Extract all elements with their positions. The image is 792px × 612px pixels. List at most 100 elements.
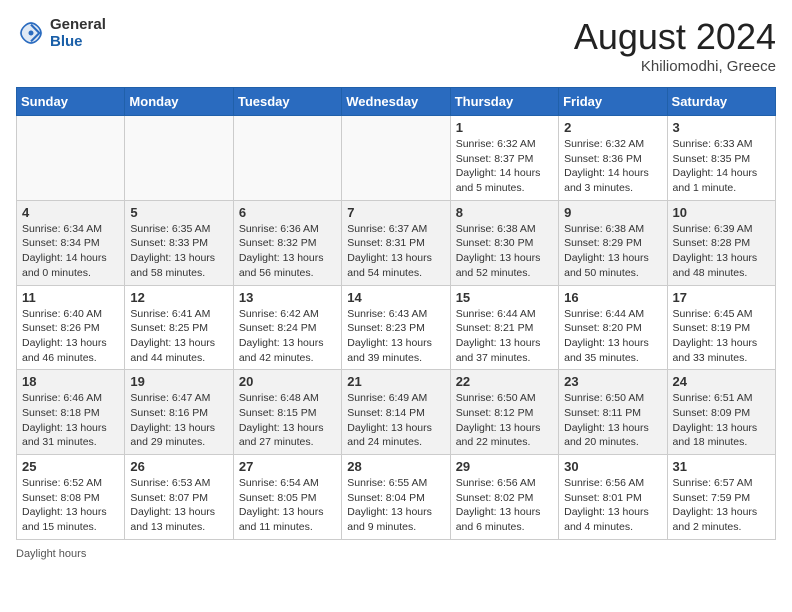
calendar-header-row: SundayMondayTuesdayWednesdayThursdayFrid… bbox=[17, 88, 776, 116]
day-number: 14 bbox=[347, 290, 444, 305]
day-number: 19 bbox=[130, 374, 227, 389]
day-info: Sunrise: 6:52 AM Sunset: 8:08 PM Dayligh… bbox=[22, 476, 119, 535]
calendar-week-row: 1 Sunrise: 6:32 AM Sunset: 8:37 PM Daylig… bbox=[17, 116, 776, 201]
calendar-header-saturday: Saturday bbox=[667, 88, 775, 116]
calendar-week-row: 11 Sunrise: 6:40 AM Sunset: 8:26 PM Dayli… bbox=[17, 285, 776, 370]
day-info: Sunrise: 6:50 AM Sunset: 8:11 PM Dayligh… bbox=[564, 391, 661, 450]
day-number: 29 bbox=[456, 459, 553, 474]
day-info: Sunrise: 6:56 AM Sunset: 8:01 PM Dayligh… bbox=[564, 476, 661, 535]
calendar-cell: 14Sunrise: 6:43 AM Sunset: 8:23 PM Dayli… bbox=[342, 285, 450, 370]
day-number: 10 bbox=[673, 205, 770, 220]
calendar-week-row: 4 Sunrise: 6:34 AM Sunset: 8:34 PM Daylig… bbox=[17, 200, 776, 285]
page-header: General Blue August 2024 Khiliomodhi, Gr… bbox=[16, 16, 776, 75]
calendar-cell: 11 Sunrise: 6:40 AM Sunset: 8:26 PM Dayli… bbox=[17, 285, 125, 370]
day-info: Sunrise: 6:45 AM Sunset: 8:19 PM Dayligh… bbox=[673, 307, 770, 366]
day-number: 18 bbox=[22, 374, 119, 389]
day-number: 2 bbox=[564, 120, 661, 135]
calendar-cell: 27Sunrise: 6:54 AM Sunset: 8:05 PM Dayli… bbox=[233, 455, 341, 540]
day-info: Sunrise: 6:44 AM Sunset: 8:20 PM Dayligh… bbox=[564, 307, 661, 366]
day-number: 26 bbox=[130, 459, 227, 474]
day-info: Sunrise: 6:39 AM Sunset: 8:28 PM Dayligh… bbox=[673, 222, 770, 281]
calendar-cell: 10 Sunrise: 6:39 AM Sunset: 8:28 PM Dayli… bbox=[667, 200, 775, 285]
day-info: Sunrise: 6:46 AM Sunset: 8:18 PM Dayligh… bbox=[22, 391, 119, 450]
day-number: 15 bbox=[456, 290, 553, 305]
day-number: 23 bbox=[564, 374, 661, 389]
day-number: 9 bbox=[564, 205, 661, 220]
calendar-header-thursday: Thursday bbox=[450, 88, 558, 116]
day-info: Sunrise: 6:36 AM Sunset: 8:32 PM Dayligh… bbox=[239, 222, 336, 281]
calendar-cell: 20 Sunrise: 6:48 AM Sunset: 8:15 PM Dayli… bbox=[233, 370, 341, 455]
day-number: 5 bbox=[130, 205, 227, 220]
calendar-cell: 4 Sunrise: 6:34 AM Sunset: 8:34 PM Daylig… bbox=[17, 200, 125, 285]
calendar-cell: 23 Sunrise: 6:50 AM Sunset: 8:11 PM Dayli… bbox=[559, 370, 667, 455]
day-info: Sunrise: 6:49 AM Sunset: 8:14 PM Dayligh… bbox=[347, 391, 444, 450]
calendar-cell: 13 Sunrise: 6:42 AM Sunset: 8:24 PM Dayli… bbox=[233, 285, 341, 370]
calendar-cell: 18 Sunrise: 6:46 AM Sunset: 8:18 PM Dayli… bbox=[17, 370, 125, 455]
calendar-cell: 25 Sunrise: 6:52 AM Sunset: 8:08 PM Dayli… bbox=[17, 455, 125, 540]
day-number: 30 bbox=[564, 459, 661, 474]
calendar-cell: 6 Sunrise: 6:36 AM Sunset: 8:32 PM Daylig… bbox=[233, 200, 341, 285]
calendar-cell: 21 Sunrise: 6:49 AM Sunset: 8:14 PM Dayli… bbox=[342, 370, 450, 455]
calendar-table: SundayMondayTuesdayWednesdayThursdayFrid… bbox=[16, 87, 776, 540]
day-info: Sunrise: 6:38 AM Sunset: 8:30 PM Dayligh… bbox=[456, 222, 553, 281]
day-number: 22 bbox=[456, 374, 553, 389]
day-info: Sunrise: 6:57 AM Sunset: 7:59 PM Dayligh… bbox=[673, 476, 770, 535]
calendar-cell: 19 Sunrise: 6:47 AM Sunset: 8:16 PM Dayli… bbox=[125, 370, 233, 455]
day-info: Sunrise: 6:47 AM Sunset: 8:16 PM Dayligh… bbox=[130, 391, 227, 450]
calendar-header-tuesday: Tuesday bbox=[233, 88, 341, 116]
calendar-cell bbox=[342, 116, 450, 201]
title-block: August 2024 Khiliomodhi, Greece bbox=[574, 16, 776, 75]
day-info: Sunrise: 6:33 AM Sunset: 8:35 PM Dayligh… bbox=[673, 137, 770, 196]
logo-text: General Blue bbox=[50, 16, 106, 50]
day-info: Sunrise: 6:37 AM Sunset: 8:31 PM Dayligh… bbox=[347, 222, 444, 281]
day-info: Sunrise: 6:51 AM Sunset: 8:09 PM Dayligh… bbox=[673, 391, 770, 450]
day-number: 6 bbox=[239, 205, 336, 220]
calendar-header-sunday: Sunday bbox=[17, 88, 125, 116]
day-number: 3 bbox=[673, 120, 770, 135]
day-info: Sunrise: 6:53 AM Sunset: 8:07 PM Dayligh… bbox=[130, 476, 227, 535]
logo-blue: Blue bbox=[50, 33, 83, 50]
day-number: 8 bbox=[456, 205, 553, 220]
day-info: Sunrise: 6:50 AM Sunset: 8:12 PM Dayligh… bbox=[456, 391, 553, 450]
day-info: Sunrise: 6:41 AM Sunset: 8:25 PM Dayligh… bbox=[130, 307, 227, 366]
footer-daylight: Daylight hours bbox=[16, 548, 776, 560]
logo-general: General bbox=[50, 16, 106, 33]
calendar-cell bbox=[17, 116, 125, 201]
calendar-cell: 24 Sunrise: 6:51 AM Sunset: 8:09 PM Dayli… bbox=[667, 370, 775, 455]
calendar-header-friday: Friday bbox=[559, 88, 667, 116]
day-number: 20 bbox=[239, 374, 336, 389]
calendar-cell: 7 Sunrise: 6:37 AM Sunset: 8:31 PM Daylig… bbox=[342, 200, 450, 285]
calendar-cell: 31Sunrise: 6:57 AM Sunset: 7:59 PM Dayli… bbox=[667, 455, 775, 540]
day-number: 7 bbox=[347, 205, 444, 220]
day-number: 11 bbox=[22, 290, 119, 305]
day-info: Sunrise: 6:42 AM Sunset: 8:24 PM Dayligh… bbox=[239, 307, 336, 366]
day-info: Sunrise: 6:54 AM Sunset: 8:05 PM Dayligh… bbox=[239, 476, 336, 535]
day-info: Sunrise: 6:40 AM Sunset: 8:26 PM Dayligh… bbox=[22, 307, 119, 366]
calendar-cell: 2 Sunrise: 6:32 AM Sunset: 8:36 PM Daylig… bbox=[559, 116, 667, 201]
calendar-header-wednesday: Wednesday bbox=[342, 88, 450, 116]
calendar-cell: 26 Sunrise: 6:53 AM Sunset: 8:07 PM Dayli… bbox=[125, 455, 233, 540]
day-number: 28 bbox=[347, 459, 444, 474]
calendar-header-monday: Monday bbox=[125, 88, 233, 116]
calendar-week-row: 25 Sunrise: 6:52 AM Sunset: 8:08 PM Dayli… bbox=[17, 455, 776, 540]
day-info: Sunrise: 6:32 AM Sunset: 8:36 PM Dayligh… bbox=[564, 137, 661, 196]
calendar-cell: 16Sunrise: 6:44 AM Sunset: 8:20 PM Dayli… bbox=[559, 285, 667, 370]
day-number: 1 bbox=[456, 120, 553, 135]
calendar-cell: 28 Sunrise: 6:55 AM Sunset: 8:04 PM Dayli… bbox=[342, 455, 450, 540]
day-number: 21 bbox=[347, 374, 444, 389]
calendar-cell: 17 Sunrise: 6:45 AM Sunset: 8:19 PM Dayli… bbox=[667, 285, 775, 370]
day-info: Sunrise: 6:34 AM Sunset: 8:34 PM Dayligh… bbox=[22, 222, 119, 281]
day-info: Sunrise: 6:55 AM Sunset: 8:04 PM Dayligh… bbox=[347, 476, 444, 535]
day-number: 24 bbox=[673, 374, 770, 389]
day-number: 13 bbox=[239, 290, 336, 305]
day-info: Sunrise: 6:32 AM Sunset: 8:37 PM Dayligh… bbox=[456, 137, 553, 196]
day-info: Sunrise: 6:38 AM Sunset: 8:29 PM Dayligh… bbox=[564, 222, 661, 281]
day-info: Sunrise: 6:48 AM Sunset: 8:15 PM Dayligh… bbox=[239, 391, 336, 450]
calendar-cell: 12Sunrise: 6:41 AM Sunset: 8:25 PM Dayli… bbox=[125, 285, 233, 370]
day-number: 25 bbox=[22, 459, 119, 474]
day-number: 17 bbox=[673, 290, 770, 305]
day-number: 4 bbox=[22, 205, 119, 220]
logo-icon bbox=[16, 18, 46, 48]
logo: General Blue bbox=[16, 16, 106, 50]
day-info: Sunrise: 6:35 AM Sunset: 8:33 PM Dayligh… bbox=[130, 222, 227, 281]
